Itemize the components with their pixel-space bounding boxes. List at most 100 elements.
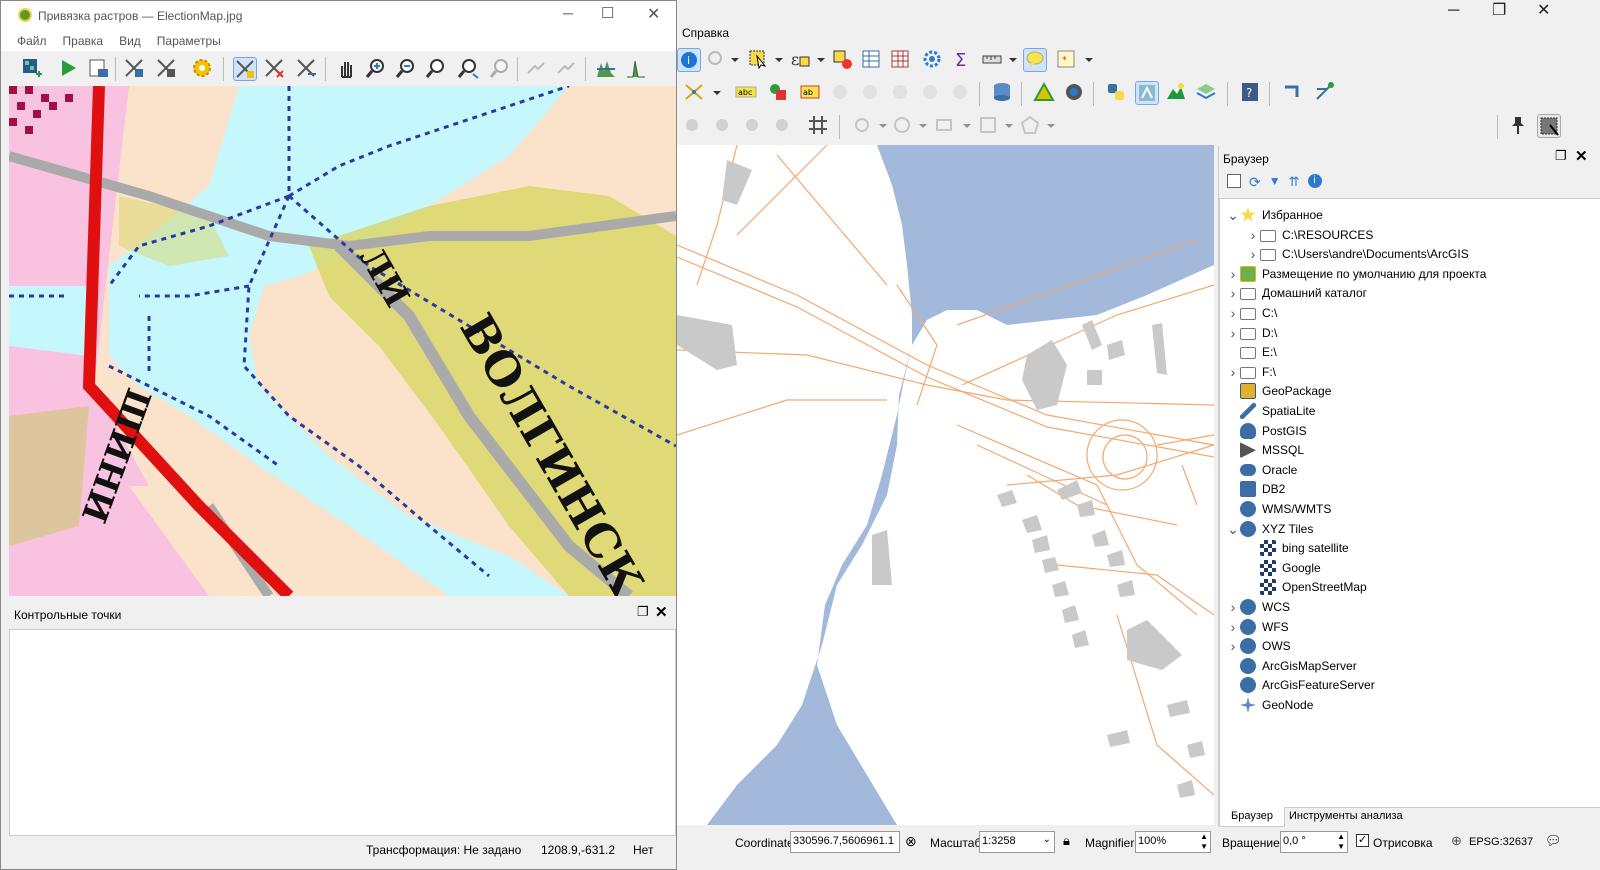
georef-minimize-icon[interactable]: ─ (563, 5, 573, 21)
tree-item[interactable]: ArcGisMapServer (1220, 656, 1560, 676)
menu-view[interactable]: Вид (119, 31, 141, 51)
shape-tool-4-icon[interactable] (977, 114, 1001, 138)
tree-item[interactable]: › F:\ (1220, 362, 1560, 382)
gcp-table[interactable] (9, 629, 676, 836)
add-point-icon[interactable] (233, 57, 257, 81)
zoom-last-icon[interactable] (457, 57, 481, 81)
messages-icon[interactable]: 💬︎ (1545, 833, 1562, 849)
zoom-select-icon[interactable] (705, 48, 729, 72)
adv-digitize-2-icon[interactable] (711, 114, 735, 138)
chevron-right-icon[interactable]: › (1246, 227, 1260, 243)
tree-item[interactable]: PostGIS (1220, 421, 1560, 441)
chevron-right-icon[interactable]: › (1226, 285, 1240, 301)
lock-icon[interactable]: 🔒︎ (1063, 833, 1070, 849)
gear-icon[interactable] (921, 48, 945, 72)
label-tool-1-icon[interactable] (829, 81, 853, 105)
tree-item[interactable]: Google (1220, 558, 1560, 578)
filter-icon[interactable]: ▼ (1269, 174, 1281, 191)
tree-item[interactable]: ⌄ Избранное (1220, 205, 1560, 225)
tree-item[interactable]: E:\ (1220, 342, 1560, 362)
chevron-right-icon[interactable]: › (1226, 325, 1240, 341)
tree-item[interactable]: GeoPackage (1220, 381, 1560, 401)
link-qgis-icon[interactable] (555, 57, 579, 81)
coordinate-field[interactable]: 330596.7,5606961.1 (790, 831, 900, 853)
adv-digitize-4-icon[interactable] (771, 114, 795, 138)
tree-item[interactable]: OpenStreetMap (1220, 577, 1560, 597)
menu-help[interactable]: Справка (682, 26, 729, 40)
help-icon[interactable]: ? (1239, 81, 1263, 105)
close-panel-icon[interactable]: ✕ (1575, 147, 1588, 165)
plugin-globe-icon[interactable] (1063, 81, 1087, 105)
menu-settings[interactable]: Параметры (157, 31, 221, 51)
zoom-next-icon[interactable] (489, 57, 513, 81)
tree-item[interactable]: › OWS (1220, 636, 1560, 656)
load-gcp-icon[interactable] (123, 57, 147, 81)
statistics-icon[interactable] (889, 48, 913, 72)
tree-item[interactable]: bing satellite (1220, 538, 1560, 558)
info-icon[interactable]: i (1307, 174, 1322, 188)
python-icon[interactable] (1105, 81, 1129, 105)
select-features-icon[interactable] (747, 48, 771, 72)
tree-item[interactable]: Oracle (1220, 460, 1560, 480)
zoom-out-icon[interactable] (395, 57, 419, 81)
chevron-down-icon[interactable]: ⌄ (1226, 208, 1240, 222)
tree-item[interactable]: › Размещение по умолчанию для проекта (1220, 264, 1560, 284)
transform-settings-icon[interactable] (191, 57, 215, 81)
magnifier-spinbox[interactable]: 100% ▲ ▼ (1135, 831, 1211, 853)
adv-digitize-3-icon[interactable] (741, 114, 765, 138)
georef-maximize-icon[interactable]: ☐ (601, 4, 614, 22)
restore-icon[interactable]: ❐ (1492, 0, 1506, 20)
close-icon[interactable]: ✕ (1537, 0, 1550, 20)
pan-icon[interactable] (335, 57, 359, 81)
tree-item[interactable]: › WCS (1220, 597, 1560, 617)
refresh-icon[interactable]: ⟳ (1249, 174, 1261, 191)
zoom-to-layer-icon[interactable] (425, 57, 449, 81)
select-expression-icon[interactable]: ε (789, 48, 813, 72)
chevron-right-icon[interactable]: › (1226, 599, 1240, 615)
move-point-icon[interactable] (295, 57, 319, 81)
tree-item[interactable]: WMS/WMTS (1220, 499, 1560, 519)
chevron-down-icon[interactable]: ⌄ (1226, 522, 1240, 536)
crs-label[interactable]: EPSG:32637 (1469, 836, 1533, 848)
attribute-table-icon[interactable] (860, 48, 884, 72)
tree-item[interactable]: GeoNode (1220, 695, 1560, 715)
chevron-right-icon[interactable]: › (1226, 266, 1240, 282)
tab-browser[interactable]: Браузер (1219, 807, 1285, 827)
layer-labeling-icon[interactable] (767, 81, 791, 105)
save-gcp-icon[interactable] (155, 57, 179, 81)
pin-icon[interactable] (1507, 114, 1531, 138)
raster-plugin-icon[interactable] (1135, 81, 1159, 105)
label-tool-3-icon[interactable] (889, 81, 913, 105)
shape-tool-2-icon[interactable] (891, 114, 915, 138)
generate-script-icon[interactable] (87, 57, 111, 81)
triangle-icon[interactable] (1033, 81, 1057, 105)
tree-item[interactable]: ⌄ XYZ Tiles (1220, 519, 1560, 539)
rotation-spinbox[interactable]: 0,0 ° ▲ ▼ (1280, 831, 1348, 853)
georef-close-icon[interactable]: ✕ (647, 4, 660, 24)
tree-item[interactable]: DB2 (1220, 479, 1560, 499)
shape-tool-5-icon[interactable] (1019, 114, 1043, 138)
tree-item[interactable]: › C:\RESOURCES (1220, 225, 1560, 245)
scale-combo[interactable]: 1:3258 ⌄ (979, 831, 1055, 853)
shape-tool-3-icon[interactable] (933, 114, 957, 138)
tree-item[interactable]: SpatiaLite (1220, 401, 1560, 421)
tree-item[interactable]: ArcGisFeatureServer (1220, 675, 1560, 695)
raster-canvas[interactable]: ВОЛГИНСК ЛИ ШИНИ (9, 86, 676, 596)
delete-point-icon[interactable] (263, 57, 287, 81)
render-checkbox[interactable]: ✓ (1356, 834, 1369, 847)
extents-toggle-icon[interactable]: ⊗ (905, 833, 917, 850)
identify-icon[interactable]: i (677, 48, 701, 72)
terrain-icon[interactable] (1165, 81, 1189, 105)
float-panel-icon[interactable]: ❐ (1555, 148, 1567, 164)
label-tool-5-icon[interactable] (949, 81, 973, 105)
label-tool-4-icon[interactable] (919, 81, 943, 105)
layers-plugin-icon[interactable] (1195, 81, 1219, 105)
georef-tool-icon[interactable] (1281, 81, 1305, 105)
start-georef-icon[interactable] (57, 57, 81, 81)
shape-tool-1-icon[interactable] (851, 114, 875, 138)
minimize-icon[interactable]: ─ (1448, 2, 1459, 20)
crs-globe-icon[interactable]: ⊕ (1451, 833, 1462, 849)
chevron-right-icon[interactable]: › (1246, 246, 1260, 262)
collapse-all-icon[interactable]: ⇈ (1289, 174, 1300, 191)
chevron-right-icon[interactable]: › (1226, 364, 1240, 380)
